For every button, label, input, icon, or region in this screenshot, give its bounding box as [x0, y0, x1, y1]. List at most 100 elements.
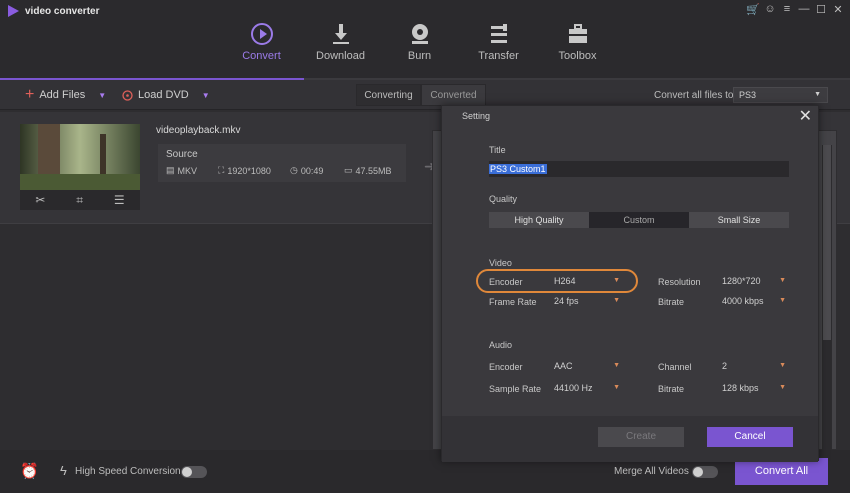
- chevron-down-icon: ▼: [779, 277, 786, 284]
- video-bitrate-select[interactable]: 4000 kbps ▼: [722, 295, 786, 309]
- video-bitrate-value: 4000 kbps: [722, 296, 764, 306]
- audio-encoder-value: AAC: [554, 361, 573, 371]
- resolution-select[interactable]: 1280*720 ▼: [722, 275, 786, 289]
- resolution-value: 1280*720: [722, 276, 761, 286]
- create-button[interactable]: Create: [598, 427, 684, 447]
- quality-section-label: Quality: [489, 194, 518, 204]
- thumbnail-toolbar: ✂ ⌗ ☰: [20, 190, 140, 210]
- video-section-label: Video: [489, 258, 512, 268]
- quality-small-button[interactable]: Small Size: [689, 212, 789, 228]
- maximize-icon[interactable]: ☐: [815, 3, 827, 16]
- source-label: Source: [166, 149, 198, 160]
- alarm-clock-icon[interactable]: ⏰: [20, 462, 39, 480]
- trim-icon[interactable]: ✂: [35, 193, 45, 207]
- high-speed-label: High Speed Conversion: [75, 466, 181, 477]
- source-resolution: 1920*1080: [227, 165, 271, 176]
- channel-select[interactable]: 2 ▼: [722, 360, 786, 374]
- cart-icon[interactable]: 🛒: [746, 3, 760, 16]
- crop-icon[interactable]: ⌗: [76, 193, 83, 208]
- dialog-title: Setting: [462, 111, 491, 121]
- list-scrollbar[interactable]: [822, 145, 832, 450]
- setting-dialog: Setting ✕ Title PS3 Custom1 Quality High…: [441, 105, 819, 462]
- output-format-value: PS3: [739, 90, 757, 100]
- audio-encoder-label: Encoder: [489, 362, 523, 372]
- download-icon: [332, 24, 349, 44]
- tab-converting[interactable]: Converting: [356, 84, 421, 106]
- chevron-down-icon: ▼: [613, 297, 620, 304]
- thumbnail-image: [20, 124, 140, 190]
- quality-high-button[interactable]: High Quality: [489, 212, 589, 228]
- audio-section-label: Audio: [489, 340, 513, 350]
- convert-all-to-label: Convert all files to:: [654, 90, 737, 101]
- dialog-header: Setting ✕: [442, 106, 818, 126]
- chevron-down-icon: ▼: [613, 384, 620, 391]
- app-title: video converter: [25, 6, 100, 17]
- folder-icon: ▭: [344, 165, 353, 175]
- resolution-meta: ⛶ 1920*1080: [218, 165, 271, 176]
- nav-convert-label: Convert: [242, 50, 281, 62]
- effects-icon[interactable]: ☰: [114, 193, 125, 207]
- close-icon[interactable]: ✕: [832, 3, 844, 16]
- format-meta: ▤ MKV: [166, 165, 197, 176]
- chevron-down-icon: ▼: [779, 362, 786, 369]
- audio-bitrate-select[interactable]: 128 kbps ▼: [722, 382, 786, 396]
- menu-icon[interactable]: ≡: [781, 3, 793, 15]
- minimize-icon[interactable]: —: [798, 3, 810, 15]
- audio-encoder-select[interactable]: AAC ▼: [554, 360, 620, 374]
- sample-rate-select[interactable]: 44100 Hz ▼: [554, 382, 620, 396]
- add-files-button[interactable]: + Add Files ▼: [25, 87, 106, 103]
- load-dvd-label: Load DVD: [138, 89, 189, 101]
- cancel-button[interactable]: Cancel: [707, 427, 793, 447]
- chevron-down-icon: ▼: [779, 297, 786, 304]
- sample-rate-label: Sample Rate: [489, 384, 542, 394]
- video-thumbnail[interactable]: [20, 124, 140, 190]
- source-duration: 00:49: [300, 165, 324, 176]
- nav-transfer-label: Transfer: [478, 50, 519, 62]
- frame-rate-value: 24 fps: [554, 296, 579, 306]
- nav-convert[interactable]: Convert: [222, 16, 301, 80]
- video-encoder-select[interactable]: H264 ▼: [554, 275, 620, 289]
- source-size: 47.55MB: [355, 165, 392, 176]
- dvd-icon: [122, 89, 133, 101]
- high-speed-toggle[interactable]: [181, 466, 207, 478]
- output-format-select[interactable]: PS3 ▼: [733, 87, 828, 103]
- sample-rate-value: 44100 Hz: [554, 383, 593, 393]
- nav-burn-label: Burn: [407, 50, 432, 62]
- file-name: videoplayback.mkv: [156, 125, 241, 136]
- nav-transfer[interactable]: Transfer: [459, 16, 538, 80]
- dialog-footer: Create Cancel: [442, 416, 818, 462]
- user-icon[interactable]: ☺: [764, 3, 776, 15]
- play-circle-icon: [250, 23, 273, 45]
- source-info: Source ▤ MKV ⛶ 1920*1080 ◷ 00:49 ▭ 47.55…: [158, 144, 406, 182]
- merge-all-toggle[interactable]: [692, 466, 718, 478]
- convert-all-button[interactable]: Convert All: [735, 458, 828, 485]
- nav-download[interactable]: Download: [301, 16, 380, 80]
- chevron-down-icon: ▼: [779, 384, 786, 391]
- lightning-icon: ϟ: [60, 463, 67, 478]
- merge-all-label: Merge All Videos: [614, 466, 689, 477]
- title-bar: video converter 🛒 ☺ ≡ — ☐ ✕ Convert Down…: [0, 0, 850, 80]
- status-tabs: Converting Converted: [356, 84, 486, 106]
- chevron-down-icon[interactable]: ▼: [98, 91, 106, 100]
- quality-custom-button[interactable]: Custom: [589, 212, 689, 228]
- audio-bitrate-label: Bitrate: [658, 384, 685, 394]
- chevron-down-icon[interactable]: ▼: [202, 91, 210, 100]
- window-controls: 🛒 ☺ ≡ — ☐ ✕: [746, 3, 844, 16]
- close-icon[interactable]: ✕: [799, 106, 812, 126]
- channel-label: Channel: [658, 362, 692, 372]
- film-icon: ▤: [166, 165, 175, 175]
- toolbox-icon: [568, 24, 587, 43]
- load-dvd-button[interactable]: Load DVD ▼: [122, 89, 210, 101]
- frame-rate-select[interactable]: 24 fps ▼: [554, 295, 620, 309]
- nav-toolbox[interactable]: Toolbox: [538, 16, 617, 80]
- title-input[interactable]: PS3 Custom1: [489, 161, 789, 177]
- chevron-down-icon: ▼: [613, 277, 620, 284]
- title-input-value: PS3 Custom1: [489, 164, 547, 174]
- source-format: MKV: [177, 165, 198, 176]
- video-encoder-label: Encoder: [489, 277, 523, 287]
- tab-converted[interactable]: Converted: [421, 84, 486, 106]
- title-section-label: Title: [489, 145, 506, 155]
- nav-burn[interactable]: Burn: [380, 16, 459, 80]
- transfer-icon: [490, 24, 507, 43]
- scrollbar-thumb[interactable]: [823, 145, 831, 340]
